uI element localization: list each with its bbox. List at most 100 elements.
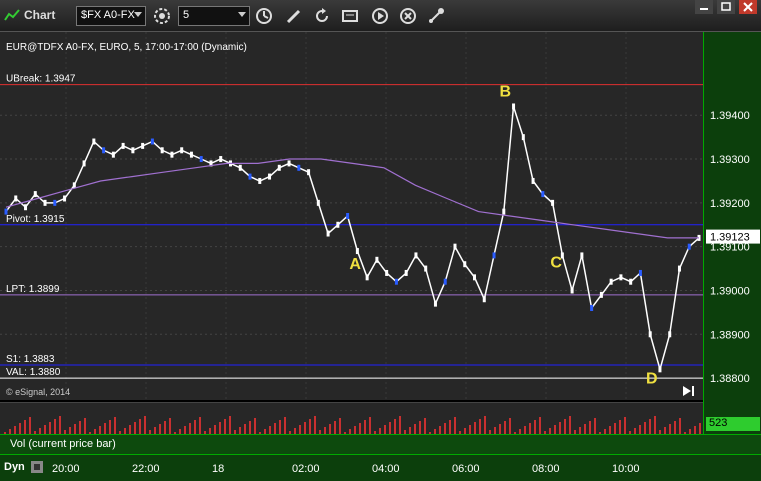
price-bar [131,147,135,154]
interval-dropdown-arrow-icon[interactable] [238,12,246,17]
price-bar [599,291,603,298]
price-bar [385,269,389,276]
price-bar [365,274,369,281]
price-bar [512,103,516,110]
data-window-icon[interactable] [340,6,360,26]
price-bar [355,248,359,255]
volume-bar [79,421,81,435]
maximize-icon[interactable] [717,0,735,14]
price-bar [170,151,174,158]
volume-bar [534,420,536,435]
volume-bar [164,421,166,435]
price-bar [463,261,467,268]
symbol-dropdown-arrow-icon[interactable] [134,12,142,17]
price-chart-panel[interactable]: UBreak: 1.3947 Pivot: 1.3915 LPT: 1.3899 S1… [0,32,703,400]
volume-bar [454,417,456,435]
price-bar [346,213,350,219]
volume-bar [229,416,231,435]
price-bar [53,199,57,206]
chart-annotations: A B C D [349,83,657,387]
clock-icon[interactable] [254,6,274,26]
volume-bar [509,418,511,435]
price-axis[interactable]: 1.39400 1.39300 1.39200 1.39100 1.39000 1.389… [703,32,761,402]
price-bar [238,164,242,171]
volume-bar [674,421,676,435]
price-bar [590,305,594,311]
link-icon[interactable] [426,6,446,26]
window-controls [695,0,757,14]
price-bar [580,252,584,259]
price-bar [336,221,340,228]
volume-bar [24,420,26,435]
volume-bar [169,418,171,435]
price-bar [424,265,428,272]
volume-bar [254,418,256,435]
price-bar [307,169,311,176]
price-chart-svg[interactable]: UBreak: 1.3947 Pivot: 1.3915 LPT: 1.3899 S1… [0,32,703,400]
volume-study-label: Vol (current price bar) [10,438,116,450]
level-label: UBreak: 1.3947 [6,74,76,85]
price-bar [92,138,96,145]
price-bar [326,230,330,237]
y-tick-label: 1.38800 [710,373,750,385]
price-bar [502,208,506,215]
volume-bar [589,421,591,435]
pencil-icon[interactable] [284,6,304,26]
price-bar [619,274,623,281]
volume-axis: 523 [703,402,761,434]
symbol-value: $FX A0-FX [81,9,135,21]
close-circle-icon[interactable] [398,6,418,26]
price-bar [180,147,184,154]
volume-bar [309,419,311,435]
price-bar [268,173,272,180]
volume-bar [649,419,651,435]
volume-bar [144,416,146,435]
price-bar [82,160,86,167]
refresh-icon[interactable] [312,6,332,26]
volume-bar [109,420,111,435]
price-bar [160,147,164,154]
volume-bar [29,417,31,435]
price-bar [121,142,125,149]
scroll-to-end-icon[interactable] [680,383,698,399]
volume-bar [399,416,401,435]
volume-bar [504,421,506,435]
price-line [5,106,700,373]
time-axis[interactable]: Dyn 20:00 22:00 18 02:00 04:00 06:00 08:00 10:0… [0,454,761,481]
price-bar [658,366,662,373]
volume-bar [419,421,421,435]
price-bar [297,164,301,171]
volume-bar [249,421,251,435]
play-icon[interactable] [370,6,390,26]
symbol-input[interactable]: $FX A0-FX [76,6,146,26]
price-bar [541,191,545,198]
volume-bar [654,416,656,435]
x-tick-label: 02:00 [292,463,320,475]
gear-icon[interactable] [152,6,172,26]
volume-bar [84,418,86,435]
price-bar [668,331,672,338]
chart-grid [0,32,703,400]
volume-panel[interactable] [0,386,703,435]
price-bar [570,287,574,294]
volume-bar [369,417,371,435]
price-bar [453,243,457,250]
volume-bar [224,419,226,435]
price-bar [199,156,203,163]
price-bar [677,265,681,272]
close-icon[interactable] [739,0,757,14]
minimize-icon[interactable] [695,0,713,14]
volume-bar [679,418,681,435]
price-bar [189,151,193,158]
price-bar [482,296,486,303]
price-bar [277,164,281,171]
price-bar [531,177,535,184]
y-tick-label: 1.39200 [710,198,750,210]
interval-input[interactable]: 5 [178,6,250,26]
price-bar [492,252,496,259]
volume-bar [59,416,61,435]
price-bar [63,195,67,202]
volume-value: 523 [709,417,728,429]
current-price-value: 1.39123 [710,232,750,244]
volume-svg [4,416,701,435]
